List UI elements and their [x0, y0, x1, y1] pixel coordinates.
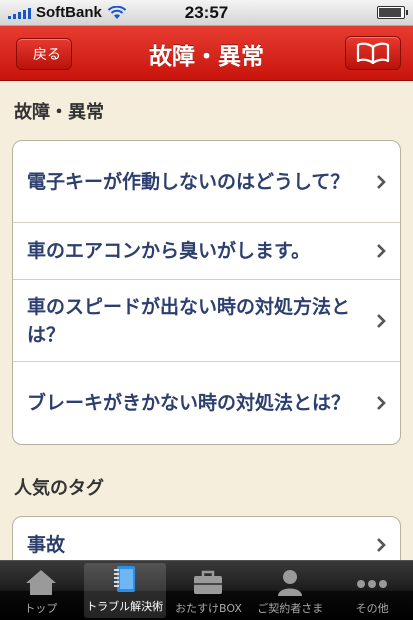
signal-icon	[8, 7, 31, 19]
section-title-tags: 人気のタグ	[14, 478, 104, 499]
tab-bar: トップ トラブル解決術 おたすけBOX ご契約者さま その他	[0, 560, 413, 620]
chevron-right-icon	[377, 396, 386, 410]
tab-label: ご契約者さま	[257, 602, 324, 615]
back-label: 戻る	[33, 47, 61, 63]
list-item[interactable]: 電子キーが作動しないのはどうして？	[13, 141, 400, 223]
list-item-label: ブレーキがきかない時の対処法とは？	[27, 392, 351, 414]
book-icon	[356, 42, 390, 64]
page-title: 故障・異常	[149, 43, 264, 70]
list-item-label: 車のスピードが出ない時の対処方法とは？	[27, 295, 351, 346]
tab-label: トラブル解決術	[86, 600, 164, 613]
tab-toolbox[interactable]: おたすけBOX	[168, 561, 250, 620]
status-left: SoftBank	[8, 4, 127, 21]
status-bar: SoftBank 23:57	[0, 0, 413, 26]
list-item[interactable]: ブレーキがきかない時の対処法とは？	[13, 362, 400, 444]
list-item[interactable]: 事故	[13, 517, 400, 560]
chevron-right-icon	[377, 174, 386, 189]
notebook-icon	[113, 566, 135, 592]
chevron-right-icon	[377, 538, 386, 552]
list-item[interactable]: 車のエアコンから臭いがします。	[13, 223, 400, 280]
chevron-right-icon	[377, 244, 386, 258]
section-title-trouble: 故障・異常	[14, 102, 104, 123]
wifi-icon	[107, 5, 127, 19]
list-item-label: 事故	[27, 534, 66, 556]
battery-fill	[379, 8, 401, 17]
tab-other[interactable]: その他	[331, 561, 413, 620]
list-item-label: 電子キーが作動しないのはどうして？	[27, 170, 350, 193]
home-icon	[25, 570, 56, 595]
chevron-right-icon	[377, 313, 386, 328]
nav-bar: 戻る 故障・異常	[0, 26, 413, 81]
list-item[interactable]: 車のスピードが出ない時の対処方法とは？	[13, 280, 400, 362]
tab-label: おたすけBOX	[175, 602, 242, 615]
tab-member[interactable]: ご契約者さま	[249, 561, 331, 620]
more-icon	[357, 580, 388, 588]
carrier-label: SoftBank	[36, 4, 102, 21]
tab-trouble[interactable]: トラブル解決術	[83, 563, 166, 618]
battery-icon	[377, 6, 408, 19]
toolbox-icon	[194, 570, 223, 594]
person-icon	[278, 570, 303, 596]
book-button[interactable]	[345, 36, 401, 70]
content: 故障・異常 電子キーが作動しないのはどうして？ 車のエアコンから臭いがします。 …	[0, 82, 413, 560]
back-button[interactable]: 戻る	[16, 38, 72, 70]
tag-list: 事故	[12, 516, 401, 560]
tab-top[interactable]: トップ	[0, 561, 82, 620]
tab-label: トップ	[24, 602, 58, 615]
trouble-list: 電子キーが作動しないのはどうして？ 車のエアコンから臭いがします。 車のスピード…	[12, 140, 401, 445]
list-item-label: 車のエアコンから臭いがします。	[27, 240, 311, 262]
tab-label: その他	[355, 602, 389, 615]
